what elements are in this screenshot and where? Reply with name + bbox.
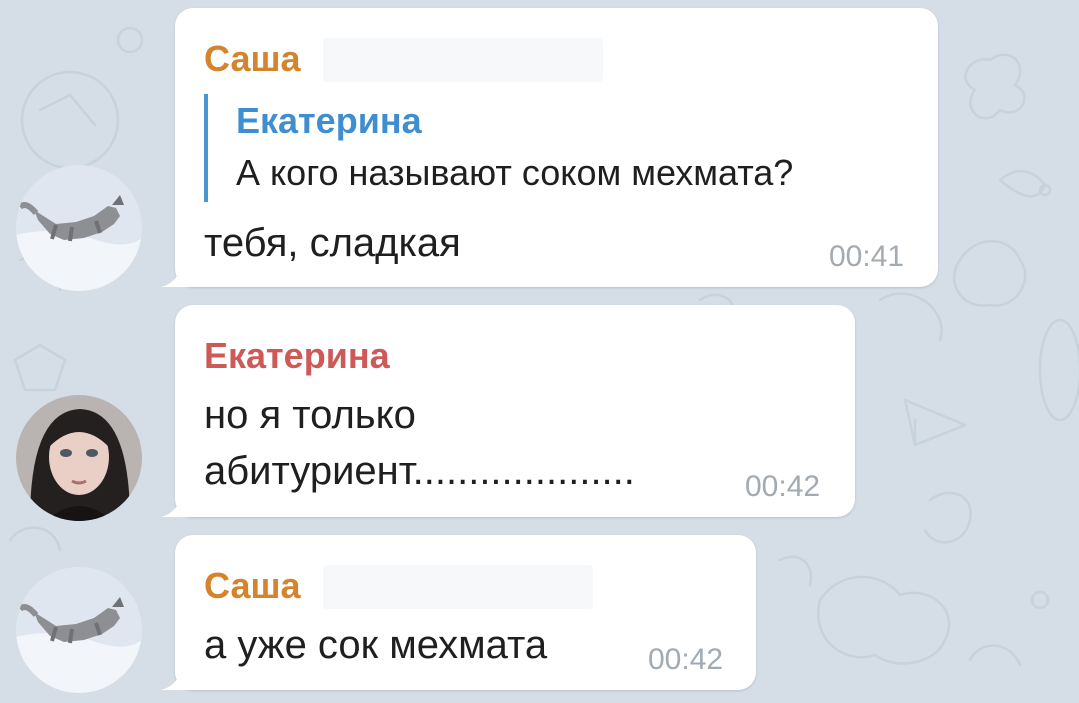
message-bubble[interactable]: Екатерина но я только абитуриент........… xyxy=(161,305,855,517)
bubble-tail xyxy=(161,487,191,517)
sender-badge-blur xyxy=(323,565,593,609)
message-sender[interactable]: Саша xyxy=(204,38,301,80)
message-time: 00:41 xyxy=(829,240,905,273)
reply-text: А кого называют соком мехмата? xyxy=(236,152,794,193)
message-sender[interactable]: Екатерина xyxy=(204,335,390,377)
avatar-sasha[interactable] xyxy=(16,165,142,291)
sender-badge-blur xyxy=(323,38,603,82)
message-text: а уже сок мехмата xyxy=(204,623,548,667)
wolf-in-snow-icon xyxy=(16,567,142,693)
wolf-in-snow-icon xyxy=(16,165,142,291)
message-bubble[interactable]: Саша Екатерина А кого называют соком мех… xyxy=(161,8,938,287)
message-time: 00:42 xyxy=(648,643,724,676)
message-text: тебя, сладкая xyxy=(204,221,461,265)
message-sender[interactable]: Саша xyxy=(204,565,301,607)
bubble-tail xyxy=(161,660,191,690)
avatar-ekaterina[interactable] xyxy=(16,395,142,521)
reply-quote[interactable]: Екатерина А кого называют соком мехмата? xyxy=(204,94,928,202)
message-text-line: но я только xyxy=(204,393,416,437)
avatar-sasha[interactable] xyxy=(16,567,142,693)
bubble-tail xyxy=(161,257,191,287)
message-time: 00:42 xyxy=(745,470,821,503)
message-bubble[interactable]: Саша а уже сок мехмата 00:42 xyxy=(161,535,756,690)
reply-sender: Екатерина xyxy=(236,100,422,141)
message-text-line: абитуриент.................... xyxy=(204,449,635,493)
woman-portrait-icon xyxy=(16,395,142,521)
